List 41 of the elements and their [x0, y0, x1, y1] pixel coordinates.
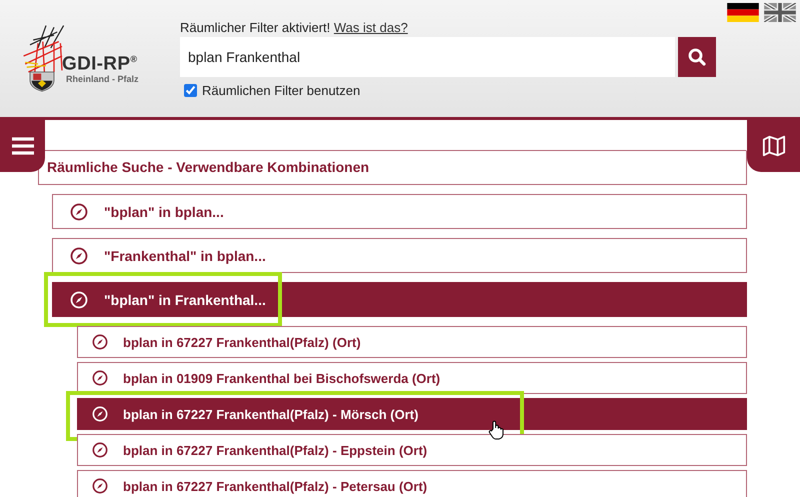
result-item[interactable]: bplan in 67227 Frankenthal(Pfalz) - Petersau (Ort) [77, 470, 747, 497]
compass-icon [92, 478, 108, 494]
search-field[interactable]: bplan Frankenthal [180, 37, 675, 77]
compass-icon [92, 334, 108, 350]
map-icon [762, 135, 786, 157]
item-label: bplan in 67227 Frankenthal(Pfalz) - Mörsch (Ort) [123, 406, 418, 422]
filter-notice: Räumlicher Filter aktiviert! [180, 20, 330, 35]
german-flag-icon[interactable] [727, 3, 759, 22]
logo-subtitle: Rheinland - Pfalz [66, 74, 139, 84]
section-heading: Räumliche Suche - Verwendbare Kombinationen [38, 151, 747, 185]
search-button[interactable] [678, 37, 716, 77]
search-icon [687, 47, 707, 67]
item-label: bplan in 67227 Frankenthal(Pfalz) (Ort) [123, 334, 361, 350]
item-label: "bplan" in Frankenthal... [104, 292, 266, 308]
item-label: "bplan" in bplan... [104, 204, 224, 220]
result-item[interactable]: bplan in 67227 Frankenthal(Pfalz) - Mörsch (Ort) [77, 398, 747, 430]
compass-icon [70, 290, 88, 308]
result-item[interactable]: "bplan" in Frankenthal... [52, 282, 747, 317]
logo-title: GDI-RP$^{®}$ [62, 52, 138, 74]
menu-icon [10, 135, 34, 157]
compass-icon [70, 202, 88, 220]
result-item[interactable]: bplan in 67227 Frankenthal(Pfalz) - Eppstein (Ort) [77, 434, 747, 466]
item-label: "Frankenthal" in bplan... [104, 248, 266, 264]
compass-icon [70, 246, 88, 264]
result-item[interactable]: bplan in 01909 Frankenthal bei Bischofswerda (Ort) [77, 362, 747, 394]
compass-icon [92, 442, 108, 458]
result-item[interactable]: "Frankenthal" in bplan... [52, 238, 747, 273]
item-label: bplan in 01909 Frankenthal bei Bischofswerda (Ort) [123, 370, 440, 386]
checkbox-label: Räumlichen Filter benutzen [202, 83, 360, 98]
filter-checkbox[interactable] [184, 84, 197, 97]
help-link[interactable]: Was ist das? [334, 20, 408, 35]
map-button[interactable] [747, 120, 800, 172]
menu-button[interactable] [0, 120, 45, 172]
item-label: bplan in 67227 Frankenthal(Pfalz) - Petersau (Ort) [123, 478, 428, 494]
item-label: bplan in 67227 Frankenthal(Pfalz) - Eppstein (Ort) [123, 442, 428, 458]
british-flag-icon[interactable] [764, 3, 796, 22]
hand-cursor-icon [488, 420, 504, 440]
result-item[interactable]: "bplan" in bplan... [52, 194, 747, 229]
compass-icon [92, 370, 108, 386]
compass-icon [92, 406, 108, 422]
result-item[interactable]: bplan in 67227 Frankenthal(Pfalz) (Ort) [77, 326, 747, 358]
